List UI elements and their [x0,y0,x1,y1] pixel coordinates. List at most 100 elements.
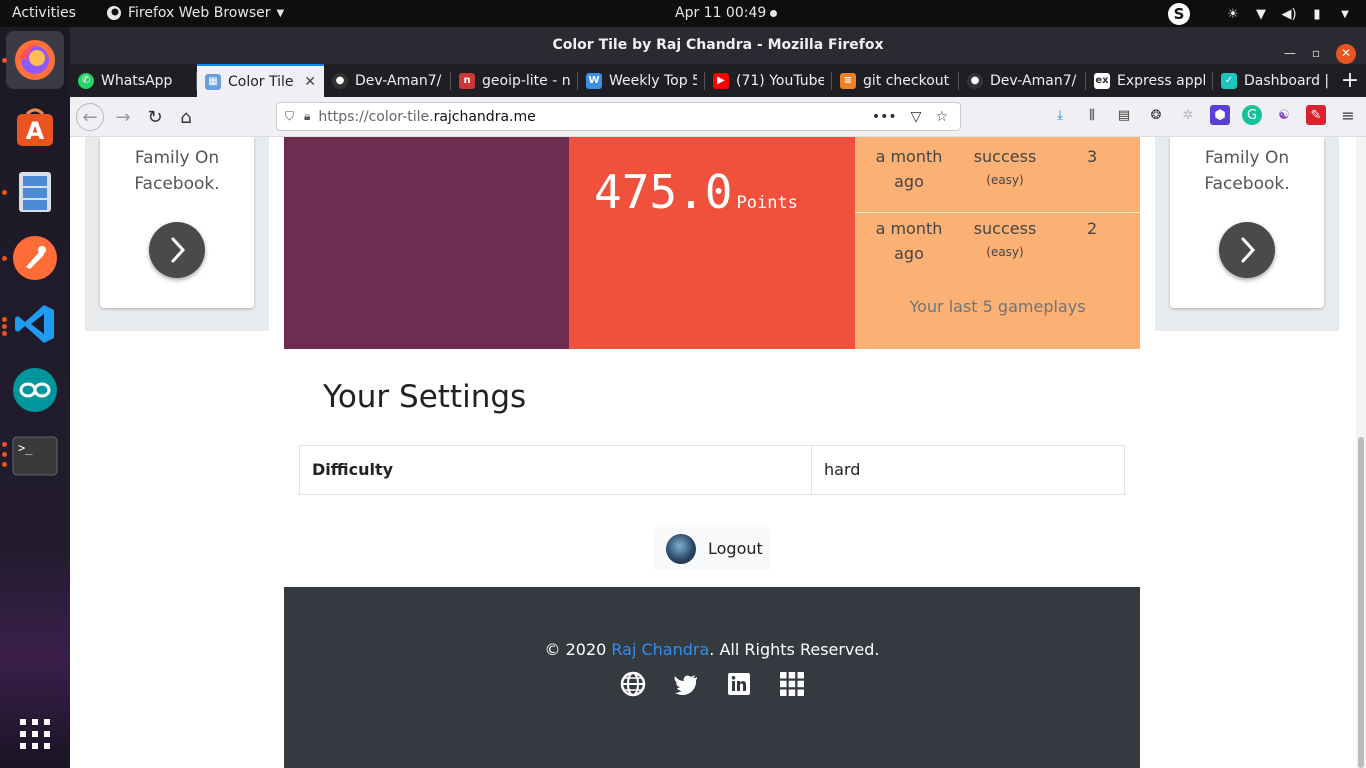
downloads-icon[interactable]: ⤓ [1050,105,1070,125]
url-bar[interactable]: ⛉ 🔒︎ https://color-tile.rajchandra.me ••… [276,102,961,131]
window-titlebar: Color Tile by Raj Chandra - Mozilla Fire… [70,27,1366,64]
extension-icon[interactable]: ⬢ [1210,105,1230,125]
dock-arduino[interactable] [6,361,64,419]
tab-git-checkout[interactable]: ≡ git checkout [832,64,959,97]
tab-youtube[interactable]: ▶ (71) YouTube [705,64,832,97]
points-tile: 475.0 Points [569,137,855,349]
next-arrow-button[interactable] [1219,222,1275,278]
home-button[interactable]: ⌂ [172,103,200,131]
window-title: Color Tile by Raj Chandra - Mozilla Fire… [552,37,884,53]
linkedin-icon[interactable] [726,671,752,697]
tracking-protection-shield-icon[interactable]: ⛉ [285,109,294,124]
page-scrollbar[interactable] [1356,137,1366,768]
forward-button[interactable]: → [109,103,137,131]
activities-button[interactable]: Activities [12,5,76,21]
file-cabinet-icon [19,172,51,212]
extension-icon[interactable]: ❂ [1146,105,1166,125]
app-menu[interactable]: Firefox Web Browser ▼ [106,5,284,21]
apps-grid-icon[interactable] [779,671,805,697]
gameplay-time-line2: ago [894,172,924,191]
gameplay-time-line1: a month [875,219,943,238]
dock-vscode[interactable] [6,295,64,353]
promo-text-line1: Family On [1204,148,1290,168]
dock-postman[interactable] [6,229,64,287]
gameplay-result-label: success [973,219,1037,238]
copyright: © 2020 Raj Chandra. All Rights Reserved. [284,640,1140,659]
reload-button[interactable]: ↻ [141,103,169,131]
tab-weekly-top[interactable]: W Weekly Top 5 [578,64,705,97]
vscode-icon [15,305,54,343]
battery-icon[interactable]: ▮ [1308,5,1326,23]
tab-label: Express appl [1117,72,1205,89]
volume-icon[interactable]: ◀) [1280,5,1298,23]
brightness-icon[interactable]: ☀ [1224,5,1242,23]
twitter-icon[interactable] [673,671,699,697]
setting-value: hard [824,460,861,479]
tab-express[interactable]: ex Express appl [1086,64,1213,97]
bookmark-star-icon[interactable]: ☆ [935,109,948,125]
dock-software-center[interactable]: A [6,97,64,155]
dock-file-manager[interactable] [6,163,64,221]
grammarly-icon[interactable]: G [1242,105,1262,125]
tab-label: Dev-Aman7/ [990,72,1077,89]
firefox-icon [15,40,55,80]
gameplay-time-line1: a month [875,147,943,166]
tab-label: (71) YouTube [736,72,824,89]
svg-text:A: A [26,117,45,145]
dock-running-indicator [2,331,7,336]
tab-geoip-lite[interactable]: n geoip-lite - n [451,64,578,97]
clock[interactable]: Apr 11 00:49 [675,5,778,21]
new-tab-button[interactable]: + [1334,64,1366,97]
extension-icon[interactable]: ✎ [1306,105,1326,125]
gameplay-result: success (easy) [965,216,1045,263]
tab-github-dev-aman7[interactable]: ● Dev-Aman7/ [324,64,451,97]
globe-icon[interactable] [620,671,646,697]
dock-firefox[interactable] [6,31,64,89]
dock-running-indicator [2,324,7,329]
dock-terminal[interactable]: >_ [6,427,64,485]
scrollbar-thumb[interactable] [1358,437,1364,768]
dock-running-indicator [2,462,7,467]
whatsapp-icon: ✆ [78,72,94,89]
svg-text:>_: >_ [18,441,33,455]
back-button[interactable]: ← [76,103,104,131]
pocket-icon[interactable]: ▽ [911,109,922,125]
page-actions-icon[interactable]: ••• [872,109,897,125]
settings-table: Difficulty hard [299,445,1125,495]
clock-label: Apr 11 00:49 [675,5,767,21]
tab-whatsapp[interactable]: ✆ WhatsApp [70,64,197,97]
gameplay-result-label: success [973,147,1037,166]
library-icon[interactable]: ⫼ [1082,105,1102,125]
notification-dot [770,9,778,17]
extension-icon[interactable]: ☯ [1274,105,1294,125]
dock-running-indicator [2,317,7,322]
author-link[interactable]: Raj Chandra [611,640,709,659]
left-promo-card: Family On Facebook. [100,137,254,308]
show-applications-button[interactable] [6,705,64,763]
gameplay-time: a month ago [869,144,949,194]
wifi-icon[interactable]: ▼ [1252,5,1270,23]
lock-icon[interactable]: 🔒︎ [304,109,310,124]
close-tab-icon[interactable]: ✕ [304,74,316,90]
tab-color-tile[interactable]: ▦ Color Tile ✕ [197,64,324,97]
navigation-bar: ← → ↻ ⌂ ⛉ 🔒︎ https://color-tile.rajchand… [70,97,1366,137]
promo-text: Family On Facebook. [100,137,254,197]
close-window-button[interactable]: ✕ [1336,43,1356,64]
chevron-right-icon [171,237,186,263]
skype-icon[interactable]: S [1168,3,1190,25]
dock-running-indicator [2,58,7,63]
tab-github-dev-aman7-2[interactable]: ● Dev-Aman7/ [959,64,1086,97]
menu-icon[interactable]: ≡ [1338,105,1358,125]
system-tray: S ☀ ▼ ◀) ▮ ▼ [1168,3,1354,25]
postman-icon [13,236,57,280]
copyright-suffix: . All Rights Reserved. [709,640,880,659]
app-grid-icon [20,719,50,749]
extension-icon[interactable]: ✲ [1178,105,1198,125]
system-menu-chevron-icon[interactable]: ▼ [1336,5,1354,23]
firefox-window: Color Tile by Raj Chandra - Mozilla Fire… [70,27,1366,768]
next-arrow-button[interactable] [149,222,205,278]
logout-button[interactable]: Logout [653,527,771,570]
sidebar-icon[interactable]: ▤ [1114,105,1134,125]
promo-text: Family On Facebook. [1170,137,1324,197]
tab-dashboard[interactable]: ✓ Dashboard | [1213,64,1340,97]
